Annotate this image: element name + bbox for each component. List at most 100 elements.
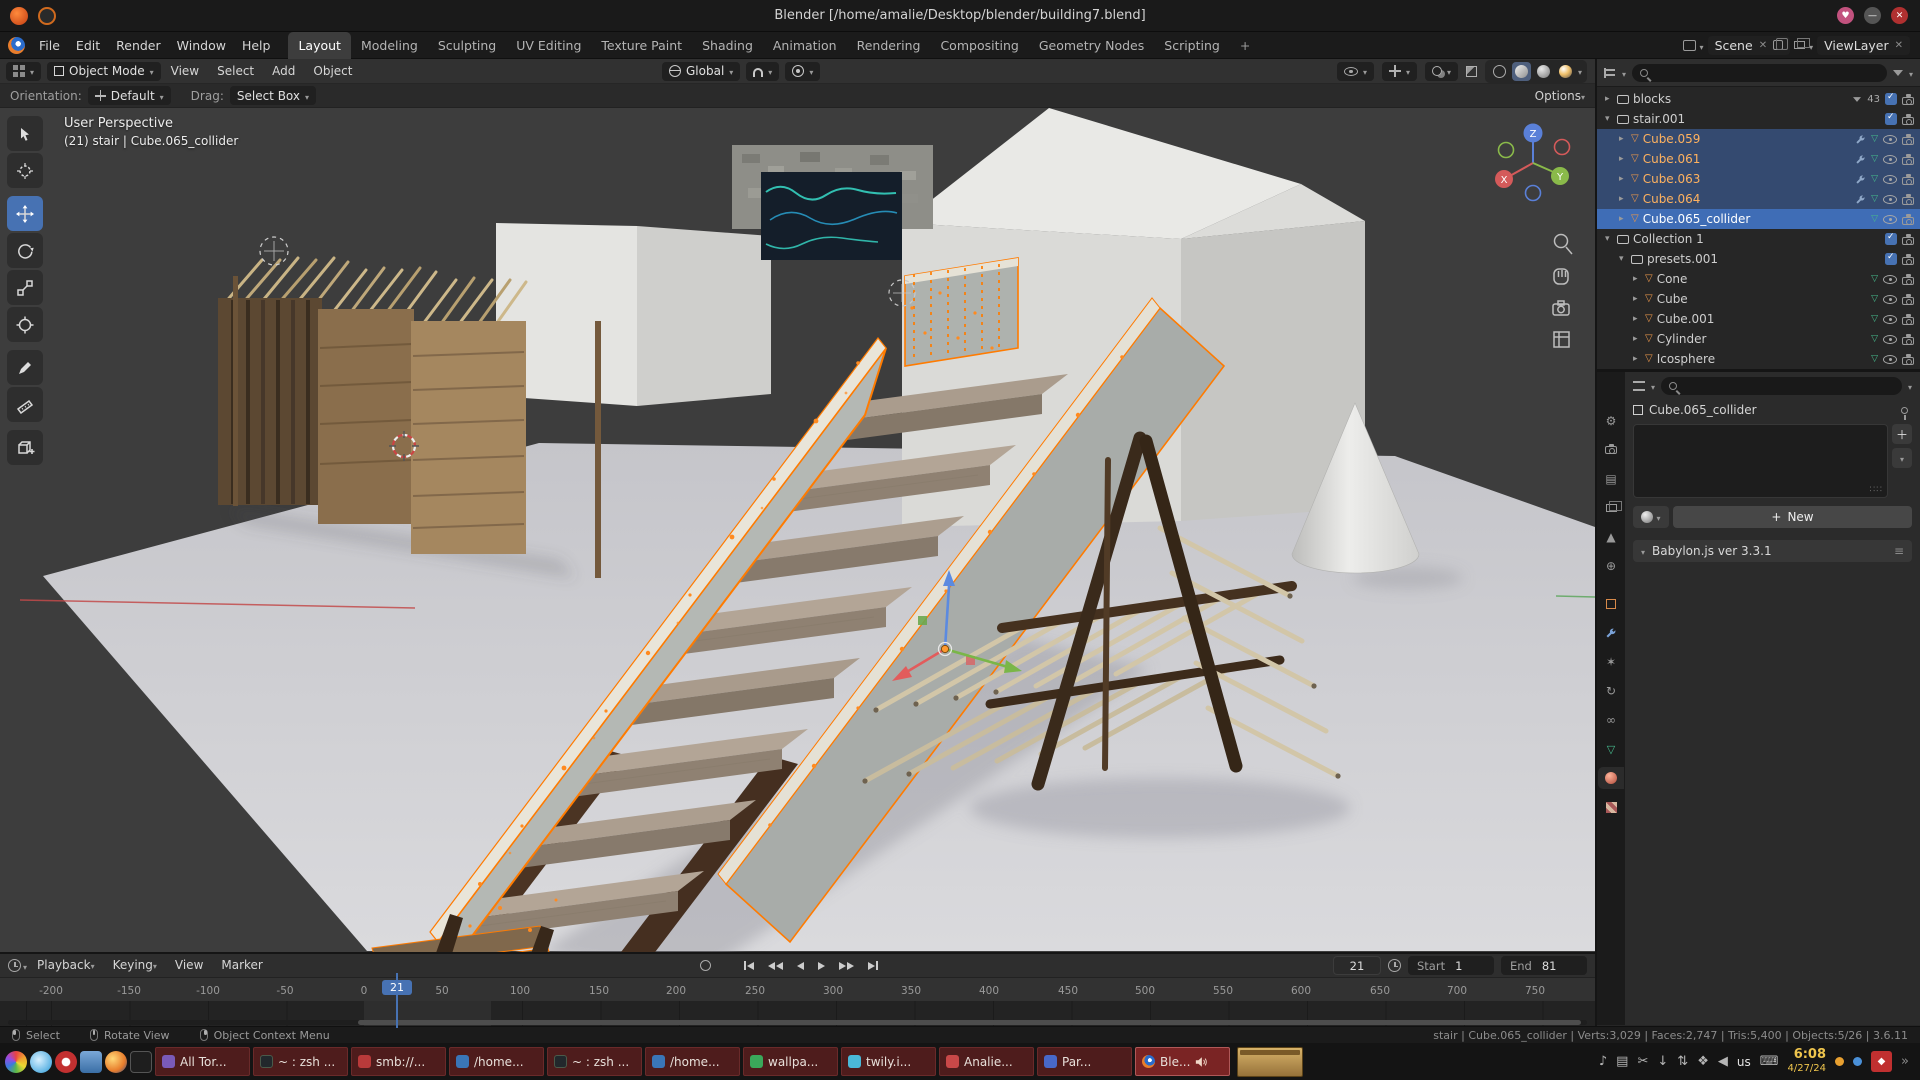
timeline-ruler[interactable]: -200 -150 -100 -50 0 50 100 150 200 250 … (0, 978, 1595, 1001)
material-specials-button[interactable] (1892, 448, 1912, 468)
menu-help[interactable]: Help (234, 32, 279, 59)
jump-to-start-button[interactable] (741, 957, 757, 974)
graffiti-panel-object[interactable] (761, 172, 902, 260)
proportional-editing-dropdown[interactable] (785, 62, 820, 81)
outliner-row-cylinder[interactable]: ▸ ▽ Cylinder ▽ (1597, 329, 1920, 349)
babylon-section-header[interactable]: Babylon.js ver 3.3.1 ≡ (1633, 540, 1912, 562)
outliner-editor-icon[interactable] (1604, 68, 1616, 78)
eye-icon[interactable] (1883, 335, 1897, 344)
window-close-button[interactable]: ✕ (1891, 7, 1908, 24)
tray-expand-chevron[interactable]: » (1901, 1054, 1909, 1069)
viewport-canvas[interactable]: Z X Y User Perspective (21) stair | (0, 108, 1595, 952)
expand-arrow[interactable]: ▸ (1633, 314, 1645, 324)
tab-shading[interactable]: Shading (692, 32, 763, 59)
eye-icon[interactable] (1883, 275, 1897, 284)
editor-type-button[interactable] (6, 62, 41, 81)
window-preview-thumbnail[interactable] (1237, 1047, 1303, 1077)
expand-arrow[interactable]: ▸ (1619, 214, 1631, 224)
messages-icon[interactable] (1853, 1057, 1862, 1066)
mesh-data-icon[interactable]: ▽ (1871, 335, 1878, 344)
launcher-media-icon[interactable] (55, 1051, 77, 1073)
launcher-files-icon[interactable] (80, 1051, 102, 1073)
collection-checkbox[interactable] (1885, 253, 1897, 265)
outliner-row-presets001[interactable]: ▾ presets.001 (1597, 249, 1920, 269)
tool-transform[interactable] (7, 307, 43, 342)
modifier-wrench-icon[interactable] (1855, 134, 1866, 145)
mesh-data-icon[interactable]: ▽ (1871, 295, 1878, 304)
menu-add[interactable]: Add (264, 58, 303, 85)
taskbar-window-3[interactable]: smb://... (351, 1047, 446, 1076)
tab-sculpting[interactable]: Sculpting (428, 32, 506, 59)
taskbar-window-5[interactable]: ~ : zsh ... (547, 1047, 642, 1076)
expand-arrow[interactable]: ▾ (1619, 254, 1631, 264)
media-keys-icon[interactable]: ♪ (1599, 1055, 1607, 1068)
previous-keyframe-button[interactable] (765, 957, 786, 974)
launcher-browser-icon[interactable] (105, 1051, 127, 1073)
mesh-data-icon[interactable]: ▽ (1871, 215, 1878, 224)
eye-icon[interactable] (1883, 355, 1897, 364)
chevron-down-icon[interactable] (23, 959, 27, 973)
window-menu-icon[interactable] (38, 7, 56, 25)
tab-physics[interactable]: ↻ (1598, 680, 1624, 702)
tool-annotate[interactable] (7, 350, 43, 385)
scene-selector[interactable]: Scene ✕ (1708, 36, 1791, 55)
shading-rendered-button[interactable] (1556, 62, 1575, 81)
play-button[interactable] (815, 957, 828, 974)
window-pin-button[interactable]: ♥ (1837, 7, 1854, 24)
viewlayer-browse-icon[interactable] (1794, 41, 1805, 49)
scissors-icon[interactable]: ✂ (1637, 1055, 1648, 1068)
gizmo-y-axis[interactable]: Y (1556, 172, 1564, 183)
expand-arrow[interactable]: ▸ (1633, 354, 1645, 364)
scene-browse-icon[interactable] (1683, 40, 1696, 51)
menu-file[interactable]: File (31, 32, 68, 59)
gizmo-z-axis[interactable]: Z (1530, 129, 1537, 140)
properties-search-input[interactable] (1661, 377, 1902, 395)
camera-visibility-icon[interactable] (1902, 177, 1914, 185)
timeline-scrollbar[interactable] (8, 1020, 1587, 1025)
tool-rotate[interactable] (7, 233, 43, 268)
menu-window[interactable]: Window (169, 32, 234, 59)
shading-material-button[interactable] (1534, 62, 1553, 81)
chevron-down-icon[interactable] (1578, 64, 1582, 78)
outliner-row-cube064[interactable]: ▸ ▽ Cube.064 ▽ (1597, 189, 1920, 209)
outliner-row-collection1[interactable]: ▾ Collection 1 (1597, 229, 1920, 249)
mesh-data-icon[interactable]: ▽ (1871, 195, 1878, 204)
notification-icon[interactable] (1835, 1057, 1844, 1066)
timeline-track[interactable] (0, 1001, 1595, 1028)
snap-dropdown[interactable] (746, 62, 779, 81)
launcher-terminal-icon[interactable] (130, 1051, 152, 1073)
timeline-editor[interactable]: Playback Keying View Marker 21 Start1 En… (0, 952, 1595, 1026)
collection-checkbox[interactable] (1885, 233, 1897, 245)
mesh-data-icon[interactable]: ▽ (1871, 315, 1878, 324)
tab-animation[interactable]: Animation (763, 32, 847, 59)
taskbar-window-8[interactable]: twily.i... (841, 1047, 936, 1076)
clipboard-icon[interactable]: ▤ (1616, 1055, 1628, 1068)
chevron-down-icon[interactable] (1622, 66, 1626, 80)
network-icon[interactable]: ⇅ (1677, 1055, 1688, 1068)
collection-checkbox[interactable] (1885, 113, 1897, 125)
current-frame-field[interactable]: 21 (1333, 956, 1381, 975)
mesh-data-icon[interactable]: ▽ (1871, 275, 1878, 284)
shading-wireframe-button[interactable] (1490, 62, 1509, 81)
tab-texture-paint[interactable]: Texture Paint (591, 32, 692, 59)
taskbar-window-1[interactable]: All Tor... (155, 1047, 250, 1076)
outliner-row-icosphere[interactable]: ▸ ▽ Icosphere ▽ (1597, 349, 1920, 369)
taskbar-window-4[interactable]: /home... (449, 1047, 544, 1076)
tab-texture[interactable] (1598, 796, 1624, 818)
tool-select[interactable] (7, 116, 43, 151)
tab-world[interactable]: ⊕ (1598, 555, 1624, 577)
tool-move[interactable] (7, 196, 43, 231)
collection-checkbox[interactable] (1885, 93, 1897, 105)
outliner-row-cube059[interactable]: ▸ ▽ Cube.059 ▽ (1597, 129, 1920, 149)
blender-logo-icon[interactable] (8, 37, 25, 54)
tool-add-cube[interactable] (7, 430, 43, 465)
close-icon[interactable]: ✕ (1759, 40, 1767, 51)
tab-compositing[interactable]: Compositing (930, 32, 1028, 59)
tab-tool[interactable]: ⚙ (1598, 410, 1624, 432)
keyboard-icon[interactable]: ⌨ (1760, 1055, 1779, 1068)
tab-modifiers[interactable] (1598, 622, 1624, 644)
camera-visibility-icon[interactable] (1902, 217, 1914, 225)
xray-toggle[interactable] (1466, 66, 1477, 77)
tab-scene[interactable]: ▲ (1598, 526, 1624, 548)
tab-layout[interactable]: Layout (288, 32, 351, 59)
